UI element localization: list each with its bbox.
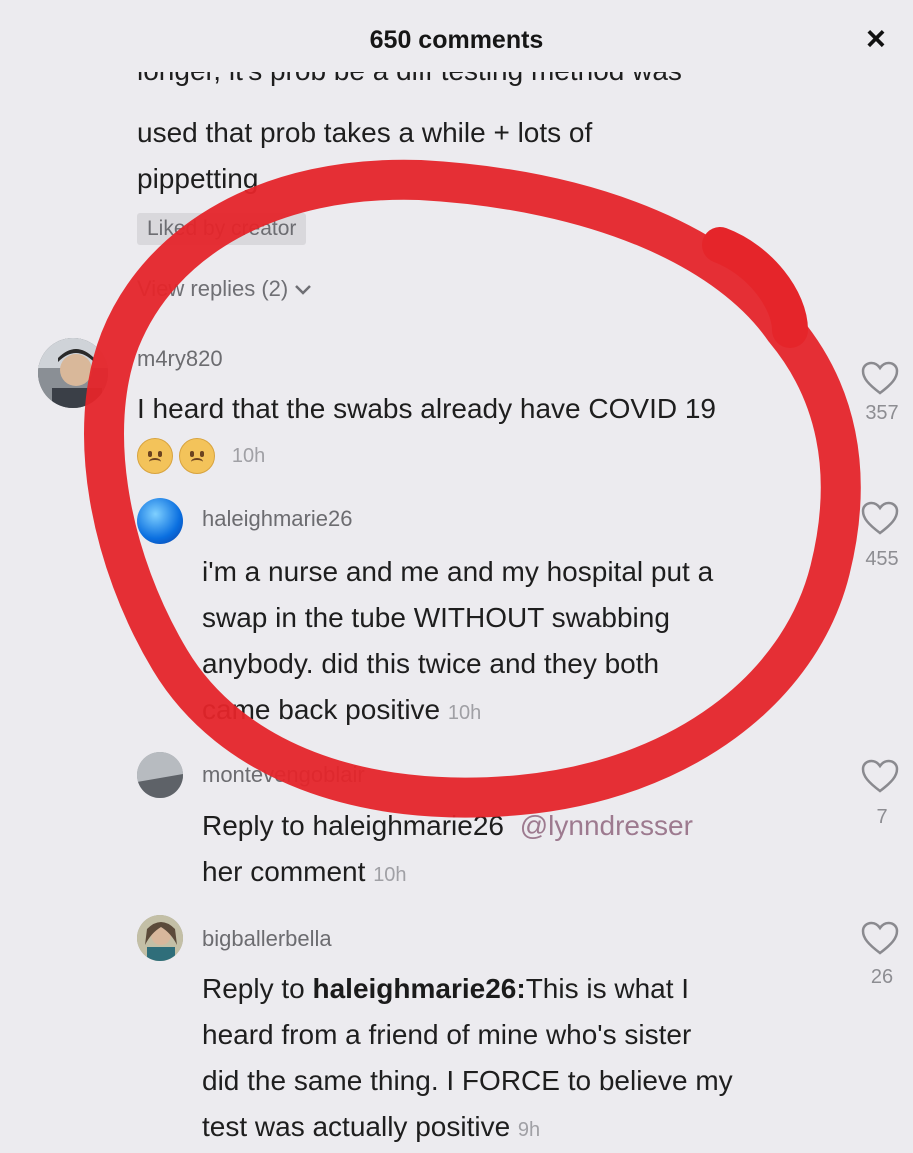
comment-time: 10h [231,444,266,467]
comment-text-line: her comment 10h [202,856,407,887]
reply-prefix: Reply to [202,973,313,1004]
user-avatar-image [137,915,183,961]
comment-reply-line: Reply to haleighmarie26:This is what I [202,973,690,1004]
close-icon[interactable]: × [866,22,886,56]
comment-username[interactable]: haleighmarie26 [202,506,352,532]
comment-text-line: i'm a nurse and me and my hospital put a [202,556,714,587]
comment-text-line: did the same thing. I FORCE to believe m… [202,1065,733,1096]
user-avatar-image [38,338,108,408]
comment-text-line: heard from a friend of mine who's sister [202,1019,692,1050]
comment-username[interactable]: bigballerbella [202,926,332,952]
comment-text-line: swap in the tube WITHOUT swabbing [202,602,670,633]
previous-comment-line-2: used that prob takes a while + lots of [137,117,593,148]
previous-comment-cut-line: longer, it's prob be a diff testing meth… [137,72,682,96]
comment-username[interactable]: m4ry820 [137,346,223,372]
reply-target-link[interactable]: haleighmarie26: [313,973,526,1004]
comment-text: I heard that the swabs already have COVI… [137,393,716,424]
comment-time: 9h [517,1119,541,1141]
user-avatar-image [137,752,183,798]
heart-icon[interactable] [860,360,900,396]
worried-face-emoji-icon [179,438,216,474]
avatar[interactable] [137,752,183,798]
comment-text-line: anybody. did this twice and they both [202,648,660,679]
avatar[interactable] [38,338,108,408]
like-count: 26 [870,966,894,988]
comment-username[interactable]: montevengoblair [202,762,365,788]
like-count: 7 [876,806,888,828]
like-count: 357 [865,402,899,424]
previous-comment-line-3: pippetting [137,163,259,194]
heart-icon[interactable] [860,758,900,794]
heart-icon[interactable] [860,500,900,536]
heart-icon[interactable] [860,920,900,956]
view-replies-label: View replies (2) [137,276,289,301]
comment-time: 10h [447,702,482,724]
reply-prefix: Reply to haleighmarie26 [202,810,504,841]
comment-reply-line: Reply to haleighmarie26 @lynndresser [202,803,693,849]
comment-text-line: test was actually positive 9h [202,1111,541,1142]
chevron-down-icon [295,285,312,295]
like-count: 455 [865,548,899,570]
emoji-group: 10h [137,438,265,474]
avatar[interactable] [137,498,183,544]
comment-time: 10h [373,864,407,886]
comments-count-title: 650 comments [369,26,544,54]
worried-face-emoji-icon [137,438,173,474]
liked-by-creator-badge: Liked by creator [137,213,307,245]
avatar[interactable] [137,915,183,961]
mention-link[interactable]: @lynndresser [520,810,693,841]
view-replies-button[interactable]: View replies (2) [137,276,312,302]
comment-text-line: came back positive 10h [202,694,482,725]
